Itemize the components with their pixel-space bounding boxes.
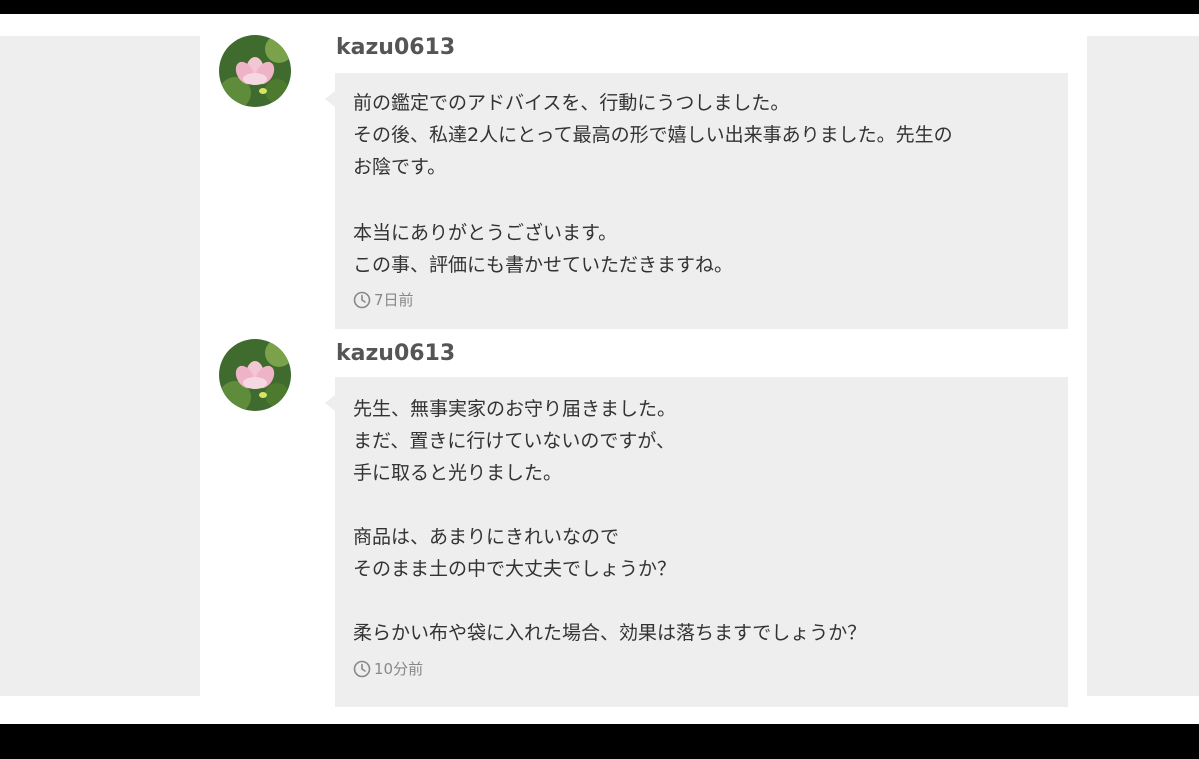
comment-line: 本当にありがとうございます。 bbox=[353, 222, 618, 244]
lotus-avatar-image bbox=[219, 35, 291, 107]
avatar[interactable] bbox=[219, 339, 291, 411]
comment-line: そのまま土の中で大丈夫でしょうか？ bbox=[353, 558, 677, 580]
timestamp-text: 7日前 bbox=[374, 291, 414, 309]
comment-bubble: 先生、無事実家のお守り届きました。 まだ、置きに行けていないのですが、 手に取る… bbox=[325, 377, 1068, 707]
avatar[interactable] bbox=[219, 35, 291, 107]
right-side-panel bbox=[1087, 36, 1199, 696]
comment-line: 商品は、あまりにきれいなので bbox=[353, 526, 620, 548]
timestamp-text: 10分前 bbox=[374, 660, 424, 678]
comment-line: 柔らかい布や袋に入れた場合、効果は落ちますでしょうか？ bbox=[353, 622, 867, 644]
comment-line: 先生、無事実家のお守り届きました。 bbox=[353, 398, 677, 420]
comment-line: 前の鑑定でのアドバイスを、行動にうつしました。 bbox=[353, 92, 790, 114]
comment-timestamp: 10分前 bbox=[353, 658, 423, 679]
comment-line: 手に取ると光りました。 bbox=[353, 462, 563, 484]
comment-line: この事、評価にも書かせていただきますね。 bbox=[353, 254, 734, 276]
comment-bubble: 前の鑑定でのアドバイスを、行動にうつしました。 その後、私達2人にとって最高の形… bbox=[325, 73, 1068, 329]
comment-username[interactable]: kazu0613 bbox=[336, 35, 455, 60]
comment-username[interactable]: kazu0613 bbox=[336, 341, 455, 366]
letterbox-bar bbox=[0, 724, 1199, 759]
clock-icon bbox=[353, 660, 371, 677]
comment-line: その後、私達2人にとって最高の形で嬉しい出来事ありました。先生の bbox=[353, 124, 953, 146]
left-side-panel bbox=[0, 36, 200, 696]
comment-line: お陰です。 bbox=[353, 156, 447, 178]
comment-timestamp: 7日前 bbox=[353, 289, 414, 310]
lotus-avatar-image bbox=[219, 339, 291, 411]
clock-icon bbox=[353, 291, 371, 308]
chat-screen: kazu0613 前の鑑定でのアドバイスを、行動にうつしました。 その後、私達2… bbox=[0, 14, 1199, 724]
comment-line: まだ、置きに行けていないのですが、 bbox=[353, 430, 676, 452]
